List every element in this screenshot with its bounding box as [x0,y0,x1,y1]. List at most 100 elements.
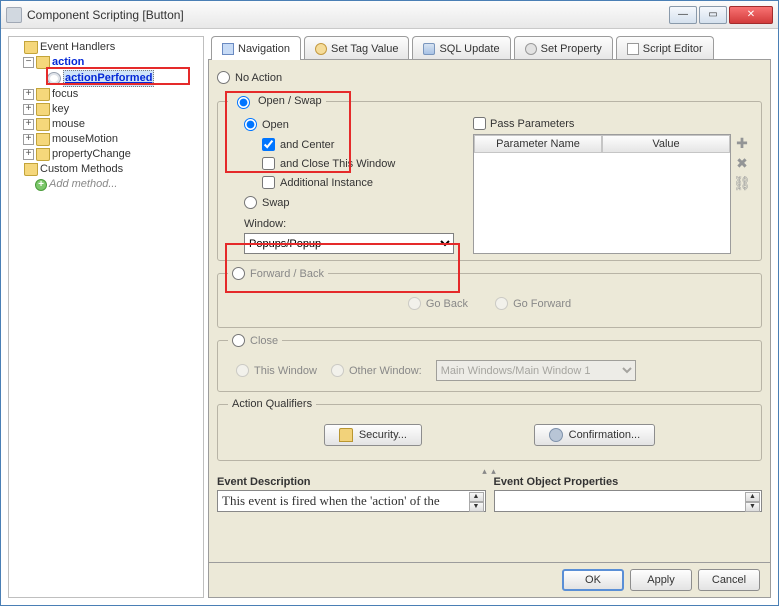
radio-openswap[interactable]: Open / Swap [228,93,326,109]
folder-icon [36,133,50,146]
window-controls: — ▭ ✕ [669,6,773,24]
check-andcenter[interactable]: and Center [262,138,463,151]
script-icon [627,43,639,55]
parameters-group: Pass Parameters Parameter Name Value [473,115,751,254]
spin-up-icon[interactable]: ▲ [745,492,760,502]
window-title: Component Scripting [Button] [27,8,669,22]
tree-action[interactable]: − action [11,55,201,70]
folder-icon [36,103,50,116]
link-icon: ⛓ [733,175,751,192]
navigation-panel: No Action Open / Swap Open [208,59,771,563]
delete-icon: ✖ [736,155,748,172]
gear-icon [525,43,537,55]
description-row: Event Description This event is fired wh… [217,476,762,512]
event-object-label: Event Object Properties [494,476,763,488]
link-icon [549,428,563,442]
radio-thiswindow[interactable]: This Window [236,364,317,377]
tree-actionperformed[interactable]: actionPerformed [11,70,201,87]
confirmation-button[interactable]: Confirmation... [534,424,656,446]
spin-down-icon[interactable]: ▼ [745,502,760,512]
window-label: Window: [244,218,463,230]
radio-otherwindow[interactable]: Other Window: [331,364,422,377]
expand-icon[interactable]: + [23,104,34,115]
plus-icon: ✚ [736,135,748,152]
spin-down-icon[interactable]: ▼ [469,502,484,512]
link-param-button[interactable]: ⛓ [733,174,751,192]
splitter[interactable]: ▴ ▴ [217,467,762,476]
minimize-button[interactable]: — [669,6,697,24]
lock-icon [339,428,353,442]
gear-icon [47,72,61,85]
dialog-footer: OK Apply Cancel [208,563,771,598]
window-combobox[interactable]: Popups/Popup [244,233,454,254]
folder-icon [24,163,38,176]
radio-noaction[interactable]: No Action [217,71,282,84]
spin-up-icon[interactable]: ▲ [469,492,484,502]
event-tree[interactable]: Event Handlers − action actionPerformed … [8,36,204,598]
tree-mouse[interactable]: + mouse [11,117,201,132]
folder-icon [36,56,50,69]
app-icon [6,7,22,23]
remove-param-button[interactable]: ✖ [733,154,751,172]
tree-focus[interactable]: + focus [11,87,201,102]
navigation-icon [222,43,234,55]
plus-icon: + [35,179,47,191]
col-parametername: Parameter Name [474,135,602,153]
folder-icon [36,148,50,161]
maximize-button[interactable]: ▭ [699,6,727,24]
window: Component Scripting [Button] — ▭ ✕ Event… [0,0,779,606]
apply-button[interactable]: Apply [630,569,692,591]
event-description-label: Event Description [217,476,486,488]
folder-icon [36,88,50,101]
expand-icon[interactable]: + [23,134,34,145]
tree-custommethods[interactable]: Custom Methods [11,162,201,177]
check-additionalinstance[interactable]: Additional Instance [262,176,463,189]
forwardback-group: Forward / Back Go Back Go Forward [217,267,762,328]
radio-goforward[interactable]: Go Forward [495,297,571,310]
tree-mousemotion[interactable]: + mouseMotion [11,132,201,147]
right-panel: Navigation Set Tag Value SQL Update Set … [208,36,771,598]
expand-icon[interactable]: + [23,89,34,100]
body: Event Handlers − action actionPerformed … [1,29,778,605]
radio-swap[interactable]: Swap [244,196,463,209]
event-object-box[interactable]: ▲ ▼ [494,490,763,512]
qualifiers-label: Action Qualifiers [228,398,316,410]
tree-panel: Event Handlers − action actionPerformed … [8,36,204,598]
tree-root[interactable]: Event Handlers [11,40,201,55]
database-icon [423,43,435,55]
security-button[interactable]: Security... [324,424,422,446]
folder-icon [36,118,50,131]
close-group: Close This Window Other Window: Main Win… [217,334,762,392]
tab-setproperty[interactable]: Set Property [514,36,613,60]
ok-button[interactable]: OK [562,569,624,591]
tag-icon [315,43,327,55]
expand-icon[interactable]: + [23,119,34,130]
check-passparameters[interactable]: Pass Parameters [473,117,751,130]
tree-propertychange[interactable]: + propertyChange [11,147,201,162]
check-andclose[interactable]: and Close This Window [262,157,463,170]
tree-key[interactable]: + key [11,102,201,117]
titlebar: Component Scripting [Button] — ▭ ✕ [1,1,778,29]
openswap-group: Open / Swap Open and Center [217,93,762,261]
parameters-table[interactable]: Parameter Name Value [473,134,731,254]
col-value: Value [602,135,730,153]
qualifiers-group: Action Qualifiers Security... Confirmati… [217,398,762,461]
tab-bar: Navigation Set Tag Value SQL Update Set … [208,36,771,60]
close-button[interactable]: ✕ [729,6,773,24]
tab-navigation[interactable]: Navigation [211,36,301,60]
cancel-button[interactable]: Cancel [698,569,760,591]
tab-sqlupdate[interactable]: SQL Update [412,36,510,60]
collapse-icon[interactable]: − [23,57,34,68]
radio-open[interactable]: Open [244,118,463,131]
radio-goback[interactable]: Go Back [408,297,468,310]
radio-close[interactable]: Close [228,334,282,347]
tab-settagvalue[interactable]: Set Tag Value [304,36,409,60]
expand-icon[interactable]: + [23,149,34,160]
radio-forwardback[interactable]: Forward / Back [228,267,328,280]
add-param-button[interactable]: ✚ [733,134,751,152]
folder-icon [24,41,38,54]
event-description-box[interactable]: This event is fired when the 'action' of… [217,490,486,512]
otherwindow-combobox: Main Windows/Main Window 1 [436,360,636,381]
tab-scripteditor[interactable]: Script Editor [616,36,714,60]
tree-addmethod[interactable]: + Add method... [11,177,201,192]
